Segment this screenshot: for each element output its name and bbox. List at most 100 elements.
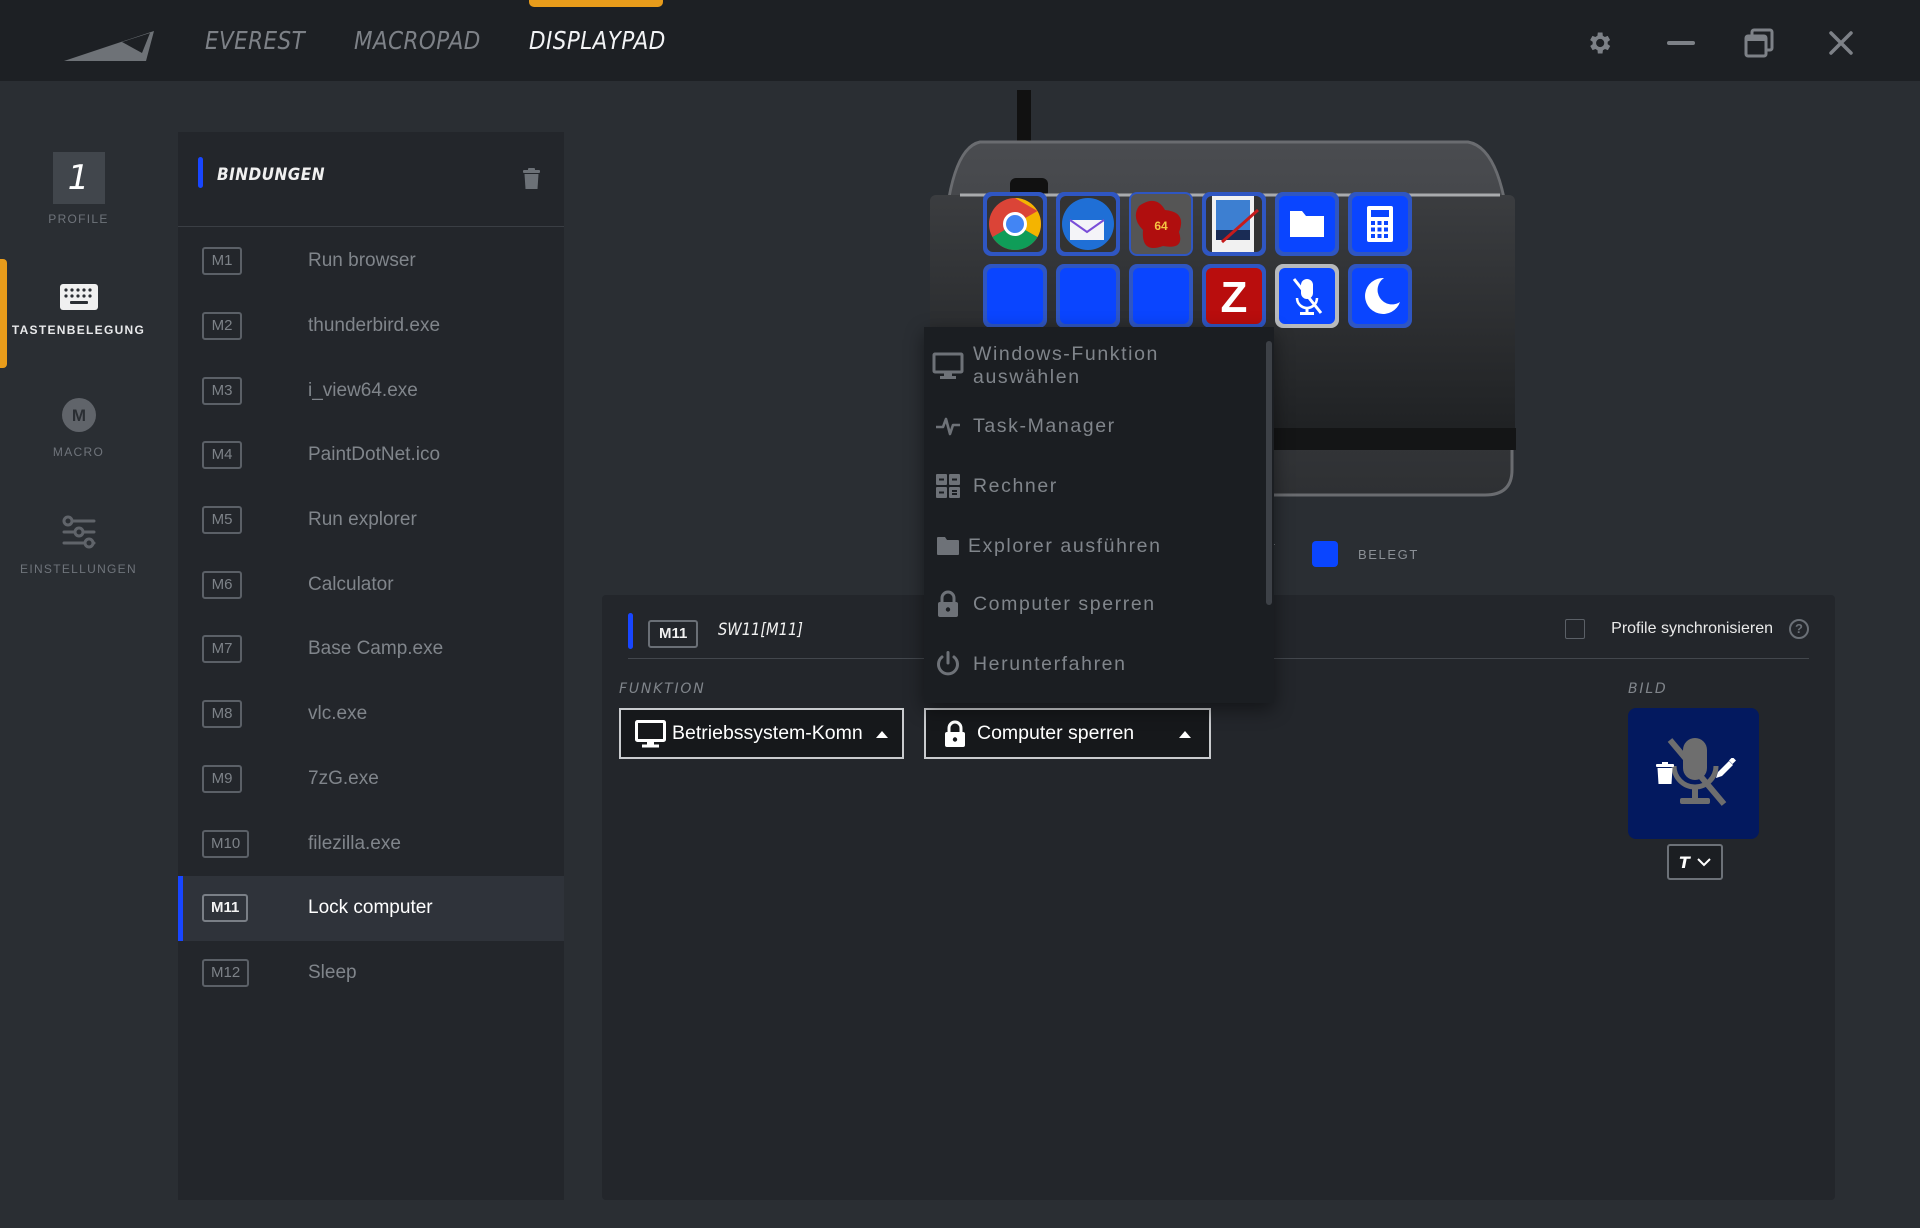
device-key-9[interactable] bbox=[1129, 264, 1193, 328]
sliders-icon bbox=[62, 515, 95, 549]
menu-item-windows-function[interactable]: Windows-Funktion auswählen bbox=[924, 341, 1264, 391]
edit-image-icon[interactable] bbox=[1714, 758, 1736, 780]
text-overlay-button[interactable]: T bbox=[1667, 844, 1723, 880]
binding-row-m2[interactable]: M2 thunderbird.exe bbox=[178, 294, 564, 359]
svg-text:64: 64 bbox=[1154, 219, 1168, 233]
close-icon bbox=[1829, 31, 1853, 55]
device-key-5[interactable] bbox=[1275, 192, 1339, 256]
binding-name: vlc.exe bbox=[308, 703, 368, 725]
binding-name: filezilla.exe bbox=[308, 832, 401, 854]
brand-logo-icon bbox=[64, 31, 154, 61]
device-key-10[interactable]: Z bbox=[1202, 264, 1266, 328]
lock-icon bbox=[945, 720, 965, 747]
menu-item-shutdown[interactable]: Herunterfahren bbox=[924, 639, 1264, 689]
sidebar-item-profile[interactable]: 1 PROFILE bbox=[0, 152, 157, 226]
sidebar-item-label: MACRO bbox=[52, 445, 105, 459]
caret-up-icon bbox=[876, 731, 888, 738]
binding-name: PaintDotNet.ico bbox=[308, 444, 441, 466]
key-badge: M6 bbox=[202, 570, 242, 599]
key-image-preview[interactable] bbox=[1628, 708, 1759, 839]
device-key-2[interactable] bbox=[1056, 192, 1120, 256]
device-key-3[interactable]: 64 bbox=[1129, 192, 1193, 256]
binding-row-m5[interactable]: M5 Run explorer bbox=[178, 488, 564, 553]
binding-row-m1[interactable]: M1 Run browser bbox=[178, 229, 564, 294]
menu-item-explorer[interactable]: Explorer ausführen bbox=[924, 521, 1264, 571]
menu-item-task-manager[interactable]: Task-Manager bbox=[924, 401, 1264, 451]
settings-button[interactable] bbox=[1584, 28, 1614, 58]
binding-name: Run explorer bbox=[308, 509, 417, 531]
sidebar-item-einstellungen[interactable]: EINSTELLUNGEN bbox=[0, 515, 157, 576]
function-category-select[interactable]: Betriebssystem-Komn bbox=[619, 708, 904, 759]
close-button[interactable] bbox=[1826, 28, 1856, 58]
binding-name: thunderbird.exe bbox=[308, 315, 441, 337]
binding-name: Run browser bbox=[308, 250, 416, 272]
device-key-12[interactable] bbox=[1348, 264, 1412, 328]
binding-row-m12[interactable]: M12 Sleep bbox=[178, 941, 564, 1006]
tab-displaypad[interactable]: DISPLAYPAD bbox=[529, 26, 666, 55]
delete-image-icon[interactable] bbox=[1656, 762, 1674, 784]
device-key-8[interactable] bbox=[1056, 264, 1120, 328]
section-accent-bar bbox=[198, 157, 203, 188]
sidebar-item-label: TASTENBELEGUNG bbox=[11, 323, 146, 337]
device-key-4[interactable] bbox=[1202, 192, 1266, 256]
binding-name: Sleep bbox=[308, 961, 357, 983]
section-accent-bar bbox=[628, 613, 633, 649]
menu-item-calculator[interactable]: Rechner bbox=[924, 461, 1264, 511]
function-value-select[interactable]: Computer sperren bbox=[924, 708, 1211, 759]
bindings-header: BINDUNGEN bbox=[178, 132, 564, 227]
device-key-7[interactable] bbox=[983, 264, 1047, 328]
function-category-value: Betriebssystem-Komn bbox=[672, 722, 863, 744]
binding-row-m11[interactable]: M11 Lock computer bbox=[178, 875, 564, 941]
binding-row-m8[interactable]: M8 vlc.exe bbox=[178, 682, 564, 747]
menu-item-label: Task-Manager bbox=[973, 414, 1116, 437]
gear-icon bbox=[1590, 32, 1611, 54]
bindings-title: BINDUNGEN bbox=[217, 165, 325, 185]
binding-row-m6[interactable]: M6 Calculator bbox=[178, 552, 564, 617]
menu-scrollbar[interactable] bbox=[1266, 341, 1272, 605]
monitor-icon bbox=[635, 719, 666, 747]
menu-item-label: Windows-Funktion auswählen bbox=[973, 343, 1159, 388]
lock-icon bbox=[932, 588, 964, 620]
key-badge: M4 bbox=[202, 441, 242, 470]
power-icon bbox=[932, 648, 964, 680]
minimize-button[interactable] bbox=[1666, 28, 1696, 58]
binding-name: i_view64.exe bbox=[308, 379, 418, 401]
sidebar-item-macro[interactable]: M MACRO bbox=[0, 398, 157, 459]
device-key-11[interactable] bbox=[1275, 264, 1339, 328]
binding-row-m7[interactable]: M7 Base Camp.exe bbox=[178, 617, 564, 682]
active-tab-indicator bbox=[529, 0, 663, 7]
restore-icon bbox=[1744, 28, 1774, 58]
binding-row-m4[interactable]: M4 PaintDotNet.ico bbox=[178, 423, 564, 488]
title-bar: EVEREST MACROPAD DISPLAYPAD bbox=[0, 0, 1920, 81]
key-badge: M9 bbox=[202, 764, 242, 793]
key-badge: M8 bbox=[202, 700, 242, 729]
key-badge: M5 bbox=[202, 506, 242, 535]
menu-item-lock-computer[interactable]: Computer sperren bbox=[924, 579, 1264, 629]
device-key-1[interactable] bbox=[983, 192, 1047, 256]
device-key-6[interactable] bbox=[1348, 192, 1412, 256]
svg-text:M: M bbox=[71, 406, 85, 425]
help-icon[interactable]: ? bbox=[1789, 619, 1809, 639]
tab-macropad[interactable]: MACROPAD bbox=[354, 26, 481, 55]
key-badge: M2 bbox=[202, 312, 242, 341]
svg-text:Z: Z bbox=[1221, 273, 1248, 322]
legend-assigned-swatch bbox=[1312, 541, 1338, 567]
caret-up-icon bbox=[1179, 731, 1191, 738]
binding-name: 7zG.exe bbox=[308, 767, 379, 789]
restore-button[interactable] bbox=[1744, 28, 1774, 58]
menu-item-label: Rechner bbox=[973, 474, 1058, 497]
binding-row-m3[interactable]: M3 i_view64.exe bbox=[178, 358, 564, 423]
keyboard-icon bbox=[59, 284, 98, 310]
tab-everest[interactable]: EVEREST bbox=[205, 26, 305, 55]
binding-row-m10[interactable]: M10 filezilla.exe bbox=[178, 811, 564, 876]
delete-binding-icon[interactable] bbox=[523, 168, 540, 189]
folder-icon bbox=[932, 530, 964, 562]
menu-item-label: Computer sperren bbox=[973, 592, 1156, 615]
sidebar-item-tastenbelegung[interactable]: TASTENBELEGUNG bbox=[0, 284, 157, 337]
menu-item-label: Herunterfahren bbox=[973, 652, 1127, 675]
chevron-down-icon bbox=[1697, 857, 1711, 866]
sync-profiles-checkbox[interactable] bbox=[1565, 619, 1586, 639]
binding-row-m9[interactable]: M9 7zG.exe bbox=[178, 747, 564, 812]
bindings-panel: BINDUNGEN M1 Run browser M2 thunderbird.exe… bbox=[178, 132, 564, 1200]
sidebar-item-label: EINSTELLUNGEN bbox=[20, 562, 137, 576]
